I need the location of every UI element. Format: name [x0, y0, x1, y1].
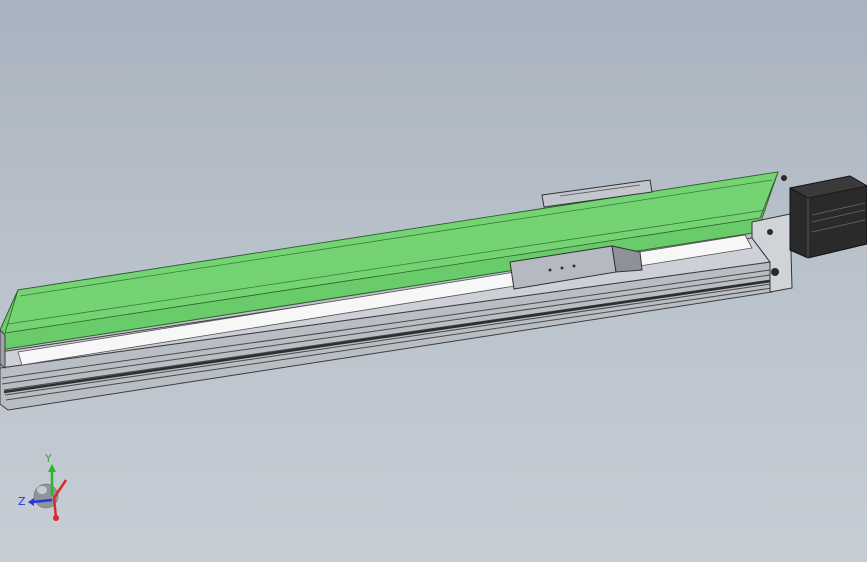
- triad-x-tip: [53, 515, 59, 521]
- model-view[interactable]: Y Z: [0, 0, 867, 562]
- graphics-viewport[interactable]: Y Z: [0, 0, 867, 562]
- triad-y-arrow: [48, 464, 56, 472]
- view-orientation-triad[interactable]: Y Z: [18, 452, 68, 521]
- end-plate-hole-1: [771, 268, 779, 276]
- triad-z-label: Z: [18, 495, 26, 508]
- left-end-plate[interactable]: [0, 329, 6, 370]
- carriage-bolt-1: [548, 268, 552, 272]
- carriage-bolt-3: [572, 264, 576, 268]
- triad-y-label: Y: [44, 452, 52, 465]
- linear-module-assembly[interactable]: [0, 171, 867, 411]
- carriage-bolt-2: [560, 266, 564, 270]
- end-plate-hole-2: [767, 229, 773, 235]
- triad-sphere-highlight: [37, 486, 47, 494]
- triad-z-arrow: [28, 498, 34, 506]
- stepper-motor[interactable]: [788, 175, 867, 259]
- end-plate-hole-3: [781, 175, 787, 181]
